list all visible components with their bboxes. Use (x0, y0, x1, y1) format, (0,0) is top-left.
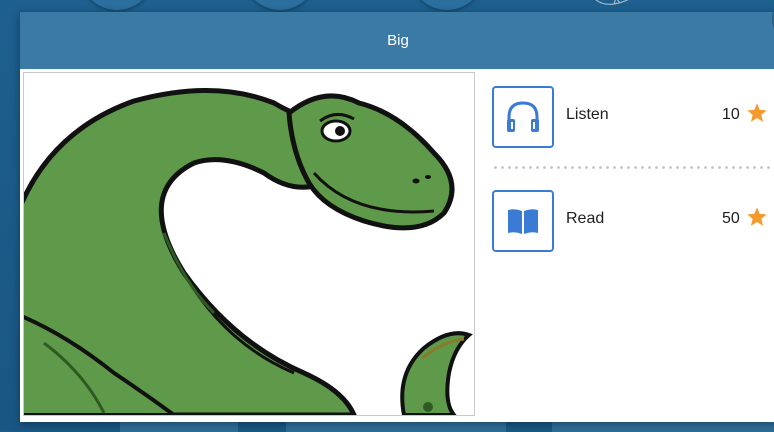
activity-divider (492, 166, 774, 169)
dinosaur-image (24, 87, 473, 415)
activity-points: 10 (722, 106, 740, 123)
read-button[interactable] (492, 190, 554, 252)
listen-button[interactable] (492, 86, 554, 148)
activity-points: 50 (722, 210, 740, 227)
background-nav-button (243, 0, 317, 10)
activity-listen[interactable]: Listen 10 (492, 86, 774, 150)
headphones-icon (507, 101, 539, 132)
activity-label: Read (566, 210, 605, 227)
activity-label: Listen (566, 106, 609, 123)
word-illustration (23, 72, 475, 416)
modal-header: Big (20, 12, 774, 69)
star-icon (747, 103, 767, 122)
book-icon (508, 209, 538, 234)
modal-title: Big (387, 32, 409, 49)
background-sketch-icon (595, 0, 629, 5)
background-nav-button (410, 0, 484, 10)
background-nav-button (80, 0, 154, 10)
word-card-modal: Big Listen 10 Read 50 (20, 12, 774, 422)
activity-read[interactable]: Read 50 (492, 190, 774, 254)
star-icon (747, 207, 767, 226)
